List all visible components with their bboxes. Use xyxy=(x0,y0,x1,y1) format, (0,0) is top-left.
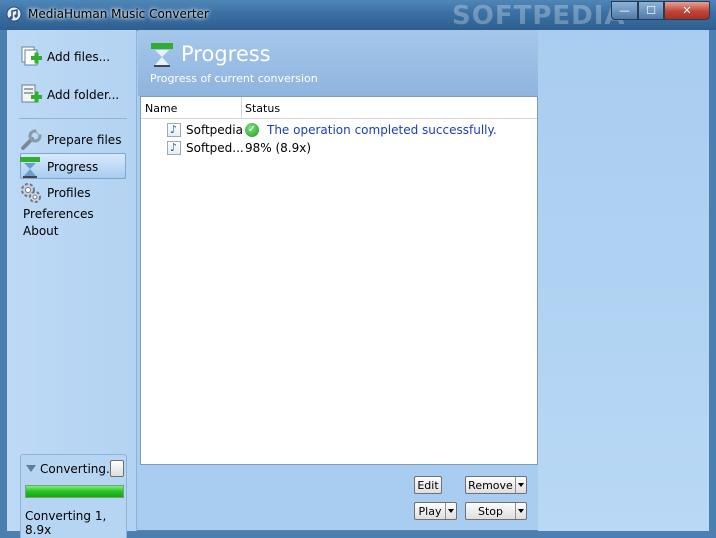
edit-button-label: Edit xyxy=(417,478,439,492)
sidebar-divider xyxy=(19,118,127,119)
stop-button-label: Stop xyxy=(477,504,503,518)
sidebar-item-profiles[interactable]: Profiles xyxy=(19,180,91,206)
audio-file-icon: ♪ xyxy=(167,141,181,155)
sidebar-item-label: Profiles xyxy=(47,186,91,200)
audio-file-icon: ♪ xyxy=(167,123,181,137)
file-status: 98% (8.9x) xyxy=(245,141,312,155)
play-button-label: Play xyxy=(418,504,442,518)
hourglass-icon xyxy=(151,43,173,67)
sidebar-item-label: Prepare files xyxy=(47,133,122,147)
add-files-icon xyxy=(21,46,42,66)
app-logo-icon xyxy=(6,6,22,22)
remove-button-label: Remove xyxy=(468,478,513,492)
title-bar: MediaHuman Music Converter SOFTPEDIA — ☐… xyxy=(0,0,716,31)
conversion-progress-fill xyxy=(26,486,123,497)
gear-icon xyxy=(21,183,41,203)
add-folder-button[interactable]: Add folder... xyxy=(19,82,119,108)
file-name: Softped... xyxy=(186,141,244,155)
window-title: MediaHuman Music Converter xyxy=(28,7,209,21)
window-controls: — ☐ ✕ xyxy=(611,1,710,20)
watermark: SOFTPEDIA xyxy=(452,1,626,31)
converting-status: Converting 1, 8.9x xyxy=(25,509,107,537)
file-status: The operation completed successfully. xyxy=(267,123,497,137)
file-name: Softpedia xyxy=(186,123,243,137)
conversion-progress-bar xyxy=(25,485,124,498)
sidebar-link-about[interactable]: About xyxy=(23,224,58,238)
add-files-button[interactable]: Add files... xyxy=(19,44,110,70)
column-divider[interactable] xyxy=(241,97,242,119)
content-header: Progress Progress of current conversion xyxy=(138,30,538,96)
converting-title: Converting... xyxy=(40,462,118,476)
add-folder-icon xyxy=(21,84,42,103)
minimize-button[interactable]: — xyxy=(611,1,638,20)
conversion-list[interactable]: Name Status ♪ Softpedia ✓ The operation … xyxy=(140,96,538,465)
chevron-down-icon[interactable] xyxy=(515,477,526,493)
page-subtitle: Progress of current conversion xyxy=(150,72,318,85)
maximize-icon: ☐ xyxy=(646,4,656,17)
hourglass-icon xyxy=(20,157,40,178)
add-files-label: Add files... xyxy=(47,50,111,64)
list-header: Name Status xyxy=(141,97,537,119)
converting-pause-button[interactable] xyxy=(110,460,124,477)
table-row[interactable]: ♪ Softped... 98% (8.9x) xyxy=(141,139,537,157)
wrench-icon xyxy=(21,128,43,150)
sidebar: Add files... Add folder... Prepare files… xyxy=(7,30,137,538)
sidebar-item-label: Progress xyxy=(47,160,99,174)
chevron-down-icon[interactable] xyxy=(515,503,526,519)
remove-button[interactable]: Remove xyxy=(465,476,527,494)
add-folder-label: Add folder... xyxy=(47,88,120,102)
sidebar-item-progress[interactable]: Progress xyxy=(19,154,98,180)
close-button[interactable]: ✕ xyxy=(664,1,710,20)
edit-button[interactable]: Edit xyxy=(414,476,442,494)
play-button[interactable]: Play xyxy=(414,502,457,520)
chevron-down-icon[interactable] xyxy=(445,503,456,519)
sidebar-link-preferences[interactable]: Preferences xyxy=(23,207,94,221)
maximize-button[interactable]: ☐ xyxy=(638,1,664,20)
collapse-triangle-icon[interactable] xyxy=(26,465,36,472)
minimize-icon: — xyxy=(619,4,630,17)
stop-button[interactable]: Stop xyxy=(465,502,527,520)
converting-panel: Converting... Converting 1, 8.9x xyxy=(20,454,127,538)
table-row[interactable]: ♪ Softpedia ✓ The operation completed su… xyxy=(141,121,537,139)
right-pane xyxy=(538,30,709,531)
column-header-name[interactable]: Name xyxy=(145,102,177,115)
column-header-status[interactable]: Status xyxy=(245,102,280,115)
sidebar-item-prepare-files[interactable]: Prepare files xyxy=(19,127,121,153)
check-icon: ✓ xyxy=(245,123,259,137)
page-title: Progress xyxy=(181,42,271,66)
close-icon: ✕ xyxy=(682,4,692,17)
